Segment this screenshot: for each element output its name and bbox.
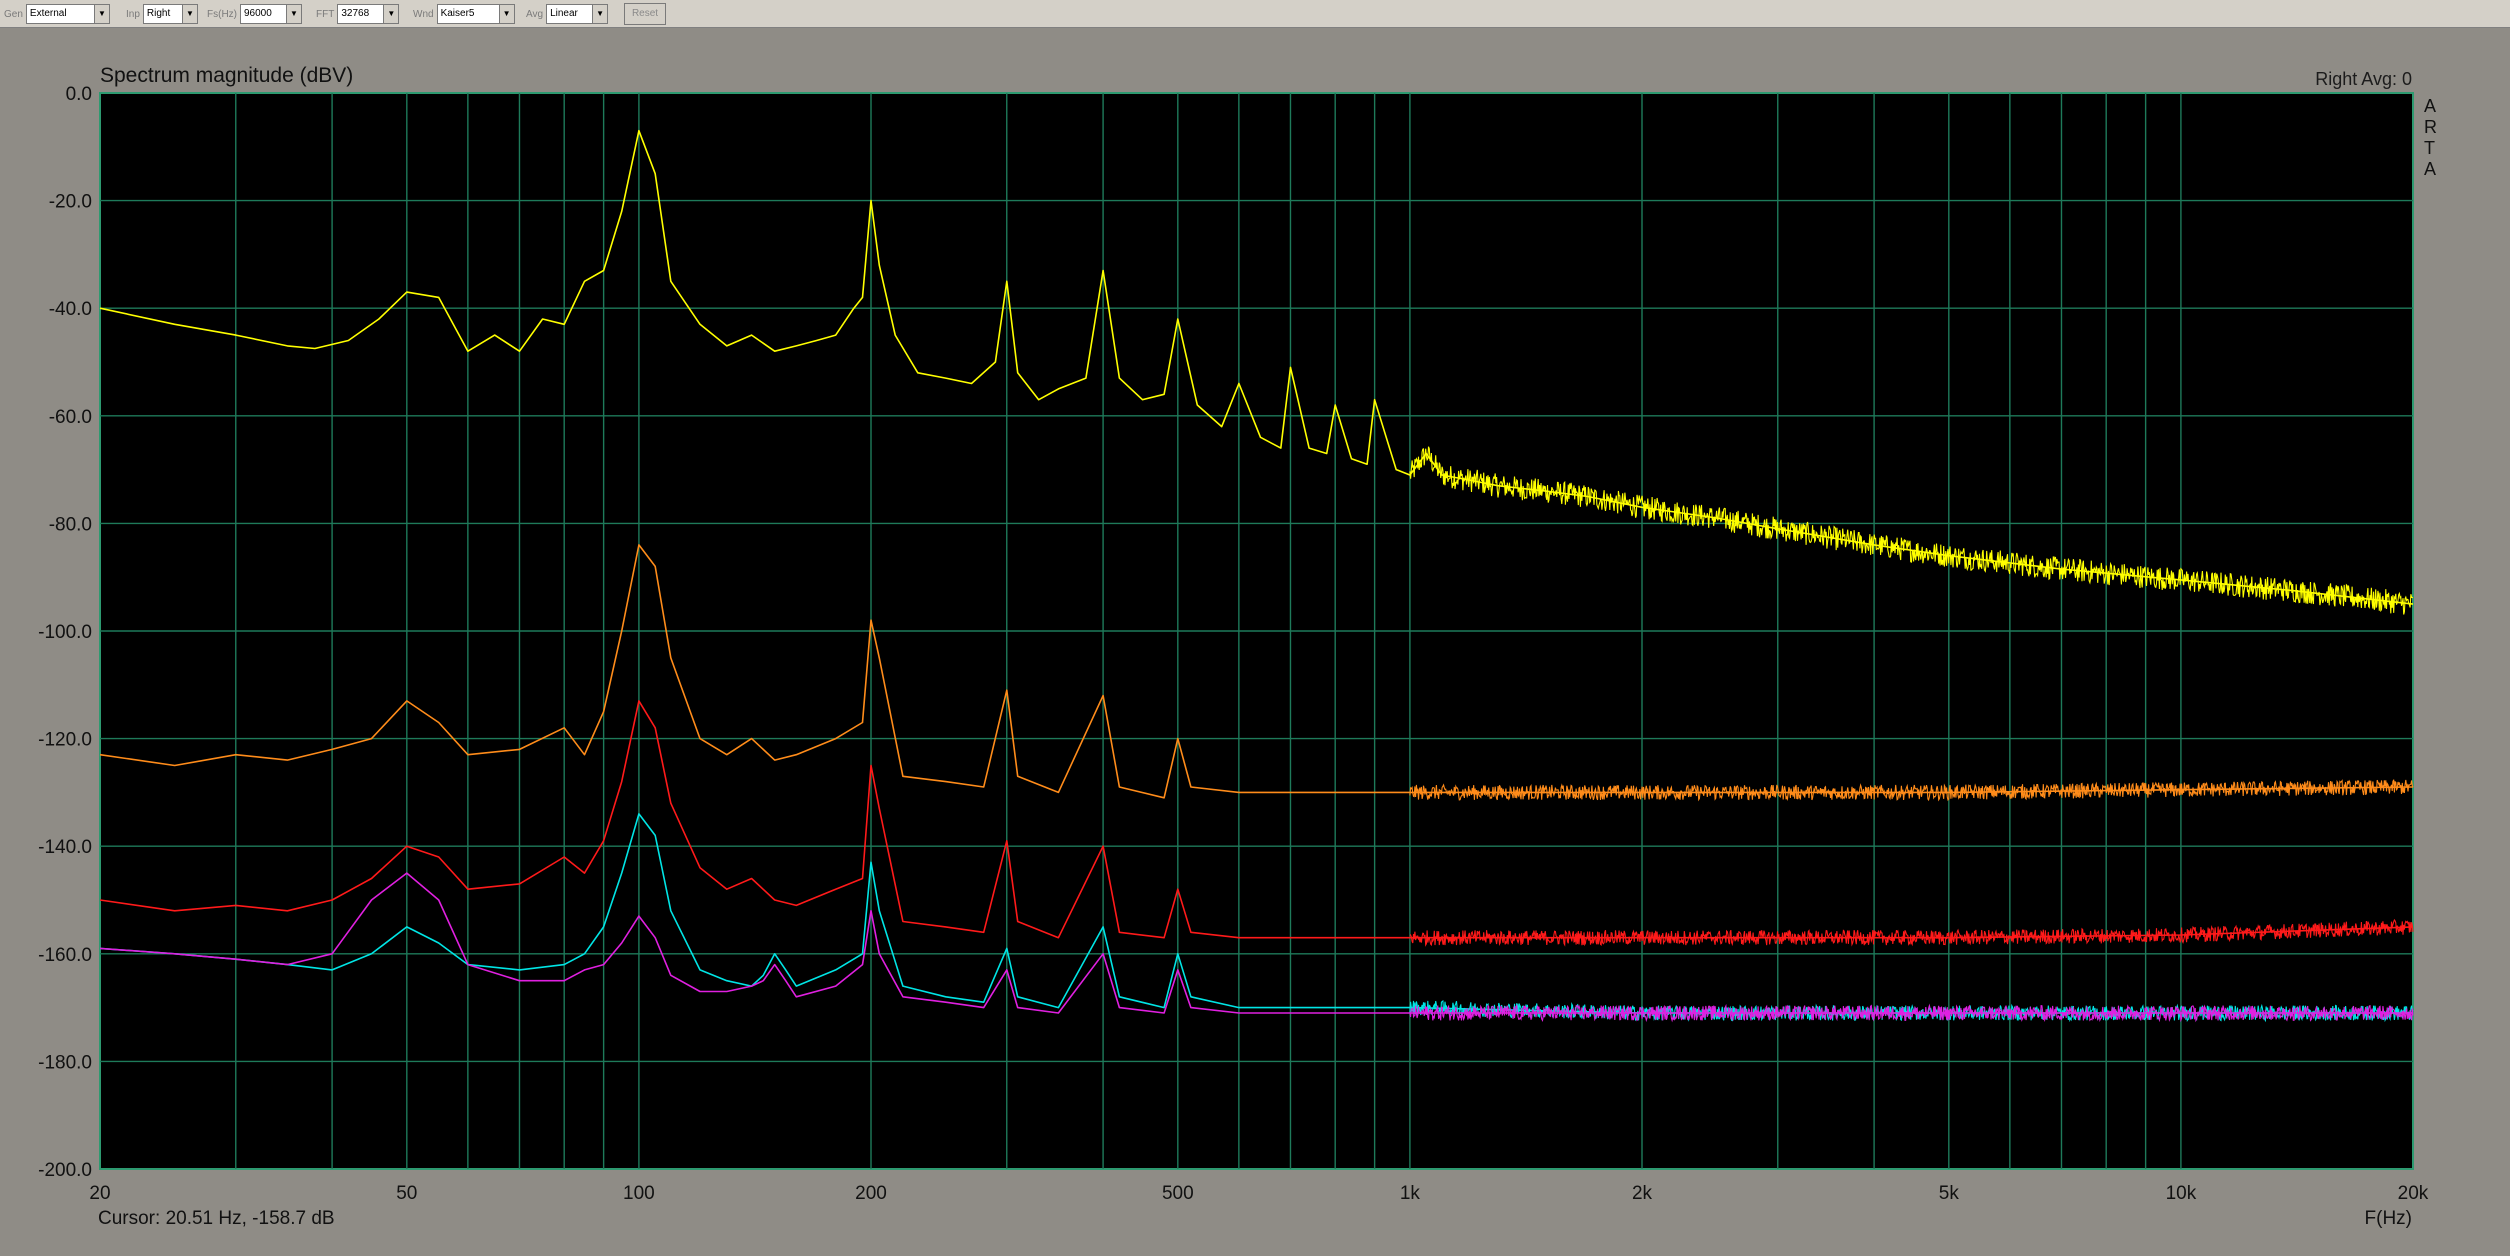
y-tick-label: 0.0 [66, 84, 92, 105]
y-tick-label: -60.0 [49, 407, 92, 428]
logo-letter: T [2424, 138, 2435, 158]
y-tick-label: -80.0 [49, 514, 92, 535]
chart-title: Spectrum magnitude (dBV) [100, 64, 353, 87]
y-tick-label: -120.0 [38, 730, 92, 751]
x-axis-label: F(Hz) [2365, 1208, 2412, 1229]
x-tick-label: 2k [1632, 1183, 1653, 1204]
x-tick-label: 10k [2166, 1183, 2197, 1204]
y-tick-label: -180.0 [38, 1052, 92, 1073]
y-axis: 0.0 -20.0 -40.0 -60.0 -80.0 -100.0 -120.0 -140.… [38, 84, 92, 1181]
logo-letter: A [2424, 96, 2436, 116]
x-tick-label: 5k [1939, 1183, 1960, 1204]
spectrum-chart: Spectrum magnitude (dBV) Right Avg: 0 0.… [38, 64, 2437, 1229]
logo-letter: A [2424, 159, 2436, 179]
y-tick-label: -100.0 [38, 622, 92, 643]
y-tick-label: -40.0 [49, 299, 92, 320]
logo-letter: R [2424, 117, 2437, 137]
x-tick-label: 500 [1162, 1183, 1194, 1204]
x-tick-label: 100 [623, 1183, 655, 1204]
x-tick-label: 200 [855, 1183, 887, 1204]
y-tick-label: -20.0 [49, 192, 92, 213]
status-readout: Right Avg: 0 [2315, 69, 2412, 89]
x-tick-label: 50 [396, 1183, 417, 1204]
y-tick-label: -200.0 [38, 1160, 92, 1181]
x-axis: 20 50 100 200 500 1k 2k 5k 10k 20k [89, 1183, 2428, 1204]
y-tick-label: -160.0 [38, 945, 92, 966]
arta-logo: A R T A [2424, 96, 2437, 179]
y-tick-label: -140.0 [38, 837, 92, 858]
x-tick-label: 20k [2398, 1183, 2429, 1204]
cursor-readout: Cursor: 20.51 Hz, -158.7 dB [98, 1208, 335, 1229]
x-tick-label: 1k [1400, 1183, 1421, 1204]
x-tick-label: 20 [89, 1183, 110, 1204]
